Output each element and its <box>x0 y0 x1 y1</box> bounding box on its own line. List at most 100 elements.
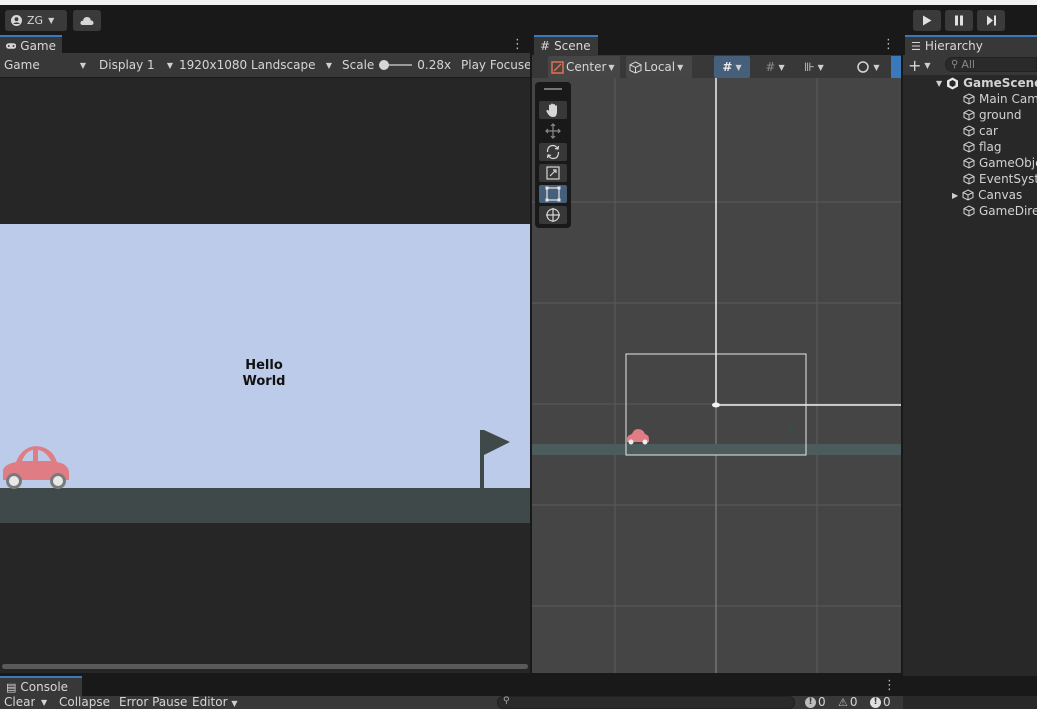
hierarchy-item[interactable]: GameObje <box>963 155 1037 171</box>
hierarchy-item-label: GameDire <box>979 204 1037 218</box>
game-menu-icon[interactable]: ⋮ <box>511 37 524 52</box>
hierarchy-search-field[interactable]: ⚲ All <box>945 57 1037 72</box>
tab-game[interactable]: Game <box>0 35 62 55</box>
expand-arrow-icon[interactable]: ▼ <box>936 79 942 88</box>
rect-tool-button[interactable] <box>539 185 567 203</box>
hello-line-1: Hello <box>245 358 283 373</box>
console-menu-icon[interactable]: ⋮ <box>883 678 896 693</box>
drag-handle-icon[interactable] <box>544 88 562 90</box>
gameobject-cube-icon <box>963 157 975 169</box>
scale-icon <box>546 166 560 180</box>
scene-canvas <box>532 78 901 673</box>
move-icon <box>545 123 561 139</box>
editor-dropdown[interactable]: Editor ▼ <box>192 696 238 709</box>
hierarchy-item[interactable]: EventSyst <box>963 171 1037 187</box>
scale-tool-button[interactable] <box>539 164 567 182</box>
hierarchy-item[interactable]: Main Cam <box>963 91 1037 107</box>
collapse-label: Collapse <box>59 696 110 709</box>
game-view[interactable]: Hello World <box>0 78 530 673</box>
chevron-down-icon: ▼ <box>924 60 931 70</box>
game-tabbar: Game ⋮ <box>0 35 531 55</box>
tab-console-label: Console <box>20 680 69 694</box>
tab-scene[interactable]: # Scene <box>534 35 598 55</box>
search-placeholder: All <box>961 58 975 71</box>
hierarchy-toolbar: + ▼ ⚲ All <box>903 55 1037 75</box>
cloud-button[interactable] <box>73 10 101 31</box>
display-label: Display 1 <box>99 58 155 72</box>
snap-grid-icon: # <box>765 60 776 74</box>
hierarchy-item-label: ground <box>979 108 1022 122</box>
chevron-down-icon: ▼ <box>677 62 684 72</box>
grid-snap-toggle[interactable]: # ▼ <box>714 56 750 78</box>
scale-control: Scale 0.28x <box>342 53 452 77</box>
console-search-field[interactable]: ⚲ <box>497 696 795 709</box>
hierarchy-item[interactable]: car <box>963 123 998 139</box>
draw-mode-dropdown[interactable]: ▼ <box>850 55 886 79</box>
display-dropdown[interactable]: Display 1 ▼ <box>99 53 173 77</box>
scale-value: 0.28x <box>417 58 452 72</box>
hierarchy-item-label: flag <box>979 140 1002 154</box>
chevron-down-icon: ▼ <box>778 62 785 72</box>
scale-slider[interactable] <box>379 59 413 71</box>
pause-icon <box>955 15 963 26</box>
cloud-icon <box>80 16 94 25</box>
error-pause-label: Error Pause <box>119 696 188 709</box>
game-view-dropdown[interactable]: Game ▼ <box>4 53 88 77</box>
hello-world-text: Hello World <box>214 358 314 390</box>
play-button[interactable] <box>913 10 941 31</box>
step-icon <box>986 15 996 26</box>
transform-tool-button[interactable] <box>539 206 567 224</box>
account-button[interactable]: ZG ▼ <box>5 10 67 31</box>
ruler-toggle[interactable]: ⊪ ▼ <box>796 55 832 79</box>
hierarchy-item[interactable]: ▶ Canvas <box>952 187 1022 203</box>
grid-snap-icon: # <box>722 60 733 74</box>
hierarchy-item[interactable]: GameDire <box>963 203 1037 219</box>
scale-slider-thumb[interactable] <box>379 60 390 70</box>
resolution-dropdown[interactable]: 1920x1080 Landscape ▼ <box>179 53 332 77</box>
car-sprite <box>3 446 69 489</box>
tab-hierarchy[interactable]: ☰ Hierarchy <box>905 35 1037 55</box>
rotate-tool-button[interactable] <box>539 143 567 161</box>
resolution-label: 1920x1080 Landscape <box>179 58 316 72</box>
move-tool-button[interactable] <box>539 122 567 140</box>
play-focused-label: Play Focuse <box>461 58 531 72</box>
step-button[interactable] <box>977 10 1005 31</box>
scene-menu-icon[interactable]: ⋮ <box>882 37 895 52</box>
create-button[interactable]: + ▼ <box>908 55 931 75</box>
tab-scene-label: Scene <box>554 39 591 53</box>
error-icon: ! <box>870 697 881 708</box>
scene-tools-palette <box>535 82 571 228</box>
pivot-mode-dropdown[interactable]: Center ▼ <box>548 56 620 78</box>
chevron-down-icon: ▼ <box>41 698 48 707</box>
error-count-toggle[interactable]: ! 0 <box>870 696 891 709</box>
increment-snap-toggle[interactable]: # ▼ <box>757 55 793 79</box>
scene-view[interactable] <box>532 78 901 673</box>
play-icon <box>923 15 932 26</box>
play-focused-dropdown[interactable]: Play Focuse <box>461 53 531 77</box>
flag-sprite <box>480 430 510 492</box>
hand-icon <box>546 103 557 117</box>
log-count-toggle[interactable]: ! 0 <box>805 696 826 709</box>
gamepad-icon <box>6 43 17 49</box>
hierarchy-tabbar: ☰ Hierarchy <box>903 35 1037 55</box>
shading-icon <box>857 61 870 73</box>
hierarchy-item-label: car <box>979 124 998 138</box>
search-icon: ⚲ <box>503 696 510 706</box>
hierarchy-scene-row[interactable]: ▼ GameScene <box>936 75 1037 91</box>
scene-toolbar: Center ▼ Local ▼ # ▼ # ▼ ⊪ ▼ ▼ <box>532 55 902 79</box>
clear-button[interactable]: Clear <box>4 696 35 709</box>
warning-count-toggle[interactable]: ⚠ 0 <box>838 696 858 709</box>
error-pause-button[interactable]: Error Pause <box>119 696 187 709</box>
hand-tool-button[interactable] <box>539 101 567 119</box>
hierarchy-item[interactable]: ground <box>963 107 1021 123</box>
tab-console[interactable]: ▤ Console <box>0 676 82 696</box>
pause-button[interactable] <box>945 10 973 31</box>
collapse-button[interactable]: Collapse <box>59 696 110 709</box>
pivot-rotation-label: Local <box>644 60 676 74</box>
clear-options-dropdown[interactable]: ▼ <box>41 696 47 709</box>
pivot-rotation-dropdown[interactable]: Local ▼ <box>626 56 692 78</box>
hierarchy-item[interactable]: flag <box>963 139 1002 155</box>
game-control-bar: Game ▼ Display 1 ▼ 1920x1080 Landscape ▼… <box>0 53 531 77</box>
game-horizontal-scrollbar[interactable] <box>2 664 528 669</box>
expand-arrow-icon[interactable]: ▶ <box>952 191 958 200</box>
